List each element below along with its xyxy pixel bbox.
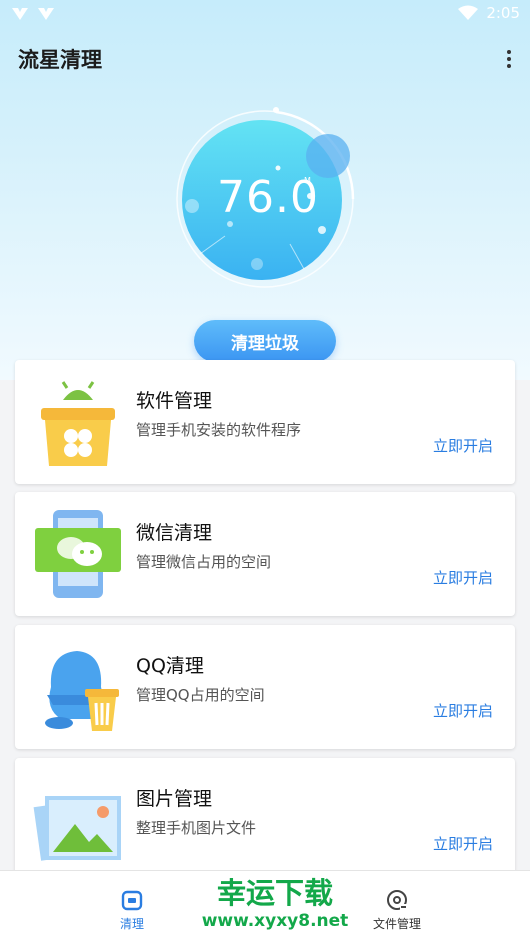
card-description: 管理QQ占用的空间 bbox=[136, 686, 265, 704]
qq-trash-icon bbox=[45, 651, 119, 731]
clean-tab-icon bbox=[121, 890, 143, 911]
file-manager-tab-icon bbox=[387, 890, 407, 910]
more-options-icon[interactable] bbox=[506, 50, 512, 68]
watermark-title: 幸运下载 bbox=[216, 876, 333, 910]
card-qq-clean[interactable]: QQ清理 管理QQ占用的空间 立即开启 bbox=[15, 625, 515, 749]
watermark-url: www.xyxy8.net bbox=[201, 911, 349, 931]
status-bar: 2:05 bbox=[0, 0, 530, 28]
card-title: 软件管理 bbox=[136, 390, 213, 412]
card-action-link[interactable]: 立即开启 bbox=[433, 700, 493, 721]
card-description: 管理手机安装的软件程序 bbox=[136, 421, 302, 439]
card-wechat-clean[interactable]: 微信清理 管理微信占用的空间 立即开启 bbox=[15, 492, 515, 616]
nav-tab-clean[interactable]: 清理 bbox=[92, 889, 172, 932]
card-picture-management[interactable]: 图片管理 整理手机图片文件 立即开启 bbox=[15, 758, 515, 882]
nav-tab-files[interactable]: 文件管理 bbox=[357, 889, 437, 932]
watermark: 幸运下载 www.xyxy8.net bbox=[190, 876, 360, 932]
card-description: 管理微信占用的空间 bbox=[136, 553, 272, 571]
notification-icon bbox=[38, 8, 54, 20]
notification-icon bbox=[12, 8, 28, 20]
clean-junk-button[interactable]: 清理垃圾 bbox=[194, 320, 336, 362]
android-package-icon bbox=[41, 381, 115, 466]
card-title: QQ清理 bbox=[136, 655, 204, 677]
card-description: 整理手机图片文件 bbox=[136, 819, 257, 837]
nav-label: 文件管理 bbox=[372, 917, 421, 931]
card-action-link[interactable]: 立即开启 bbox=[433, 833, 493, 854]
picture-icon bbox=[33, 796, 121, 861]
card-action-link[interactable]: 立即开启 bbox=[433, 567, 493, 588]
card-title: 图片管理 bbox=[136, 788, 213, 810]
app-title: 流星清理 bbox=[18, 48, 102, 72]
status-time: 2:05 bbox=[486, 4, 520, 22]
card-title: 微信清理 bbox=[136, 522, 213, 544]
wechat-phone-icon bbox=[35, 510, 121, 598]
card-software-management[interactable]: 软件管理 管理手机安装的软件程序 立即开启 bbox=[15, 360, 515, 484]
card-action-link[interactable]: 立即开启 bbox=[433, 435, 493, 456]
wifi-icon bbox=[458, 5, 479, 20]
nav-label: 清理 bbox=[119, 917, 144, 931]
gauge-unit: M bbox=[304, 176, 311, 185]
